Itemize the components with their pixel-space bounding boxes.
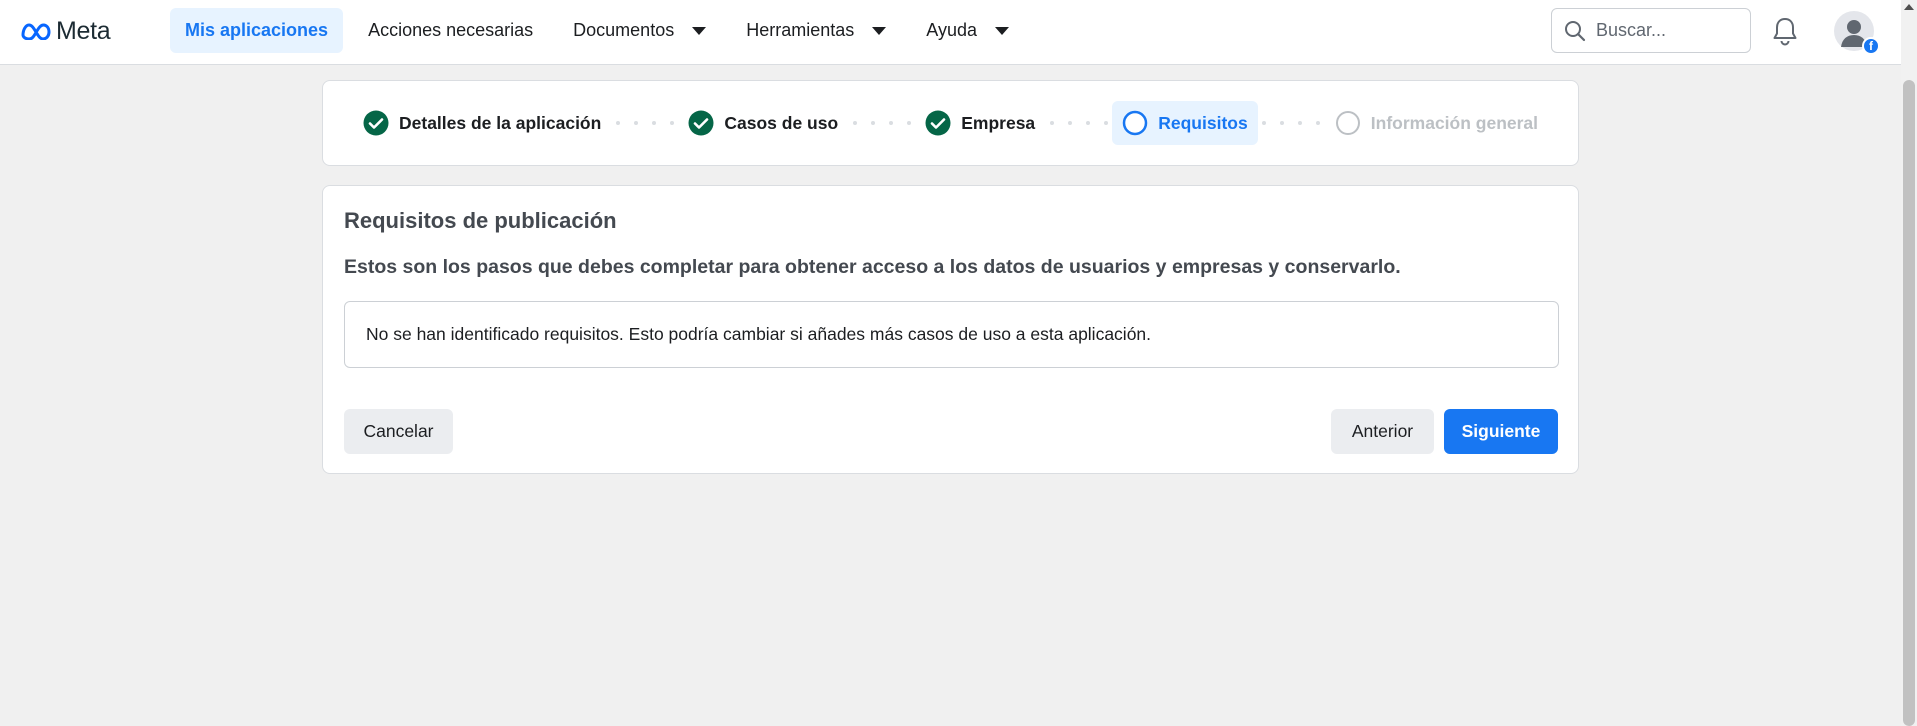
scrollbar-thumb[interactable] — [1903, 80, 1915, 726]
search-input[interactable] — [1596, 20, 1736, 41]
step-connector — [611, 121, 678, 125]
nav-ayuda[interactable]: Ayuda — [911, 8, 1024, 53]
cancel-button[interactable]: Cancelar — [344, 409, 453, 454]
nav-label: Herramientas — [746, 20, 855, 40]
search-box[interactable] — [1551, 8, 1751, 53]
nav-documentos[interactable]: Documentos — [558, 8, 721, 53]
caret-down-icon — [994, 26, 1009, 35]
no-requirements-notice: No se han identificado requisitos. Esto … — [344, 301, 1559, 368]
check-circle-icon — [925, 110, 951, 136]
nav-herramientas[interactable]: Herramientas — [731, 8, 901, 53]
step-label: Empresa — [961, 112, 1036, 133]
previous-button[interactable]: Anterior — [1331, 409, 1434, 454]
step-connector — [848, 121, 915, 125]
bell-icon[interactable] — [1771, 16, 1799, 46]
nav-label: Ayuda — [926, 20, 977, 40]
main-nav: Mis aplicaciones Acciones necesarias Doc… — [170, 8, 1034, 53]
step-empresa[interactable]: Empresa — [915, 101, 1045, 145]
step-casos-de-uso[interactable]: Casos de uso — [678, 101, 848, 145]
step-requisitos[interactable]: Requisitos — [1112, 101, 1258, 145]
step-label: Información general — [1370, 112, 1539, 133]
caret-down-icon — [872, 26, 887, 35]
step-label: Casos de uso — [724, 112, 839, 133]
scrollbar[interactable] — [1901, 0, 1917, 726]
step-informacion-general: Información general — [1325, 101, 1548, 145]
check-circle-icon — [363, 110, 389, 136]
current-step-circle-icon — [1122, 110, 1148, 136]
step-detalles-aplicacion[interactable]: Detalles de la aplicación — [353, 101, 611, 145]
publication-requirements-card: Requisitos de publicación Estos son los … — [322, 185, 1579, 474]
check-circle-icon — [688, 110, 714, 136]
facebook-badge-icon: f — [1862, 37, 1880, 55]
step-connector — [1258, 121, 1325, 125]
top-navigation-bar: Meta Mis aplicaciones Acciones necesaria… — [0, 0, 1901, 65]
nav-acciones-necesarias[interactable]: Acciones necesarias — [353, 8, 548, 53]
meta-infinity-icon — [21, 23, 51, 40]
progress-stepper: Detalles de la aplicación Casos de uso E… — [322, 80, 1579, 166]
search-icon — [1565, 20, 1586, 41]
nav-label: Documentos — [573, 20, 675, 40]
avatar[interactable]: f — [1834, 11, 1880, 55]
card-title: Requisitos de publicación — [344, 208, 617, 233]
step-label: Detalles de la aplicación — [399, 112, 602, 133]
nav-label: Acciones necesarias — [368, 20, 534, 40]
nav-mis-aplicaciones[interactable]: Mis aplicaciones — [170, 8, 344, 53]
scroll-up-arrow-icon[interactable] — [1904, 4, 1914, 10]
meta-logo[interactable]: Meta — [20, 0, 111, 62]
pending-step-circle-icon — [1335, 111, 1360, 135]
step-label: Requisitos — [1158, 112, 1248, 133]
notice-text: No se han identificado requisitos. Esto … — [366, 324, 1152, 344]
nav-label: Mis aplicaciones — [185, 20, 329, 40]
step-connector — [1045, 121, 1112, 125]
logo-text: Meta — [56, 16, 111, 45]
next-button[interactable]: Siguiente — [1444, 409, 1558, 454]
card-subtitle: Estos son los pasos que debes completar … — [344, 256, 1401, 278]
caret-down-icon — [692, 26, 707, 35]
